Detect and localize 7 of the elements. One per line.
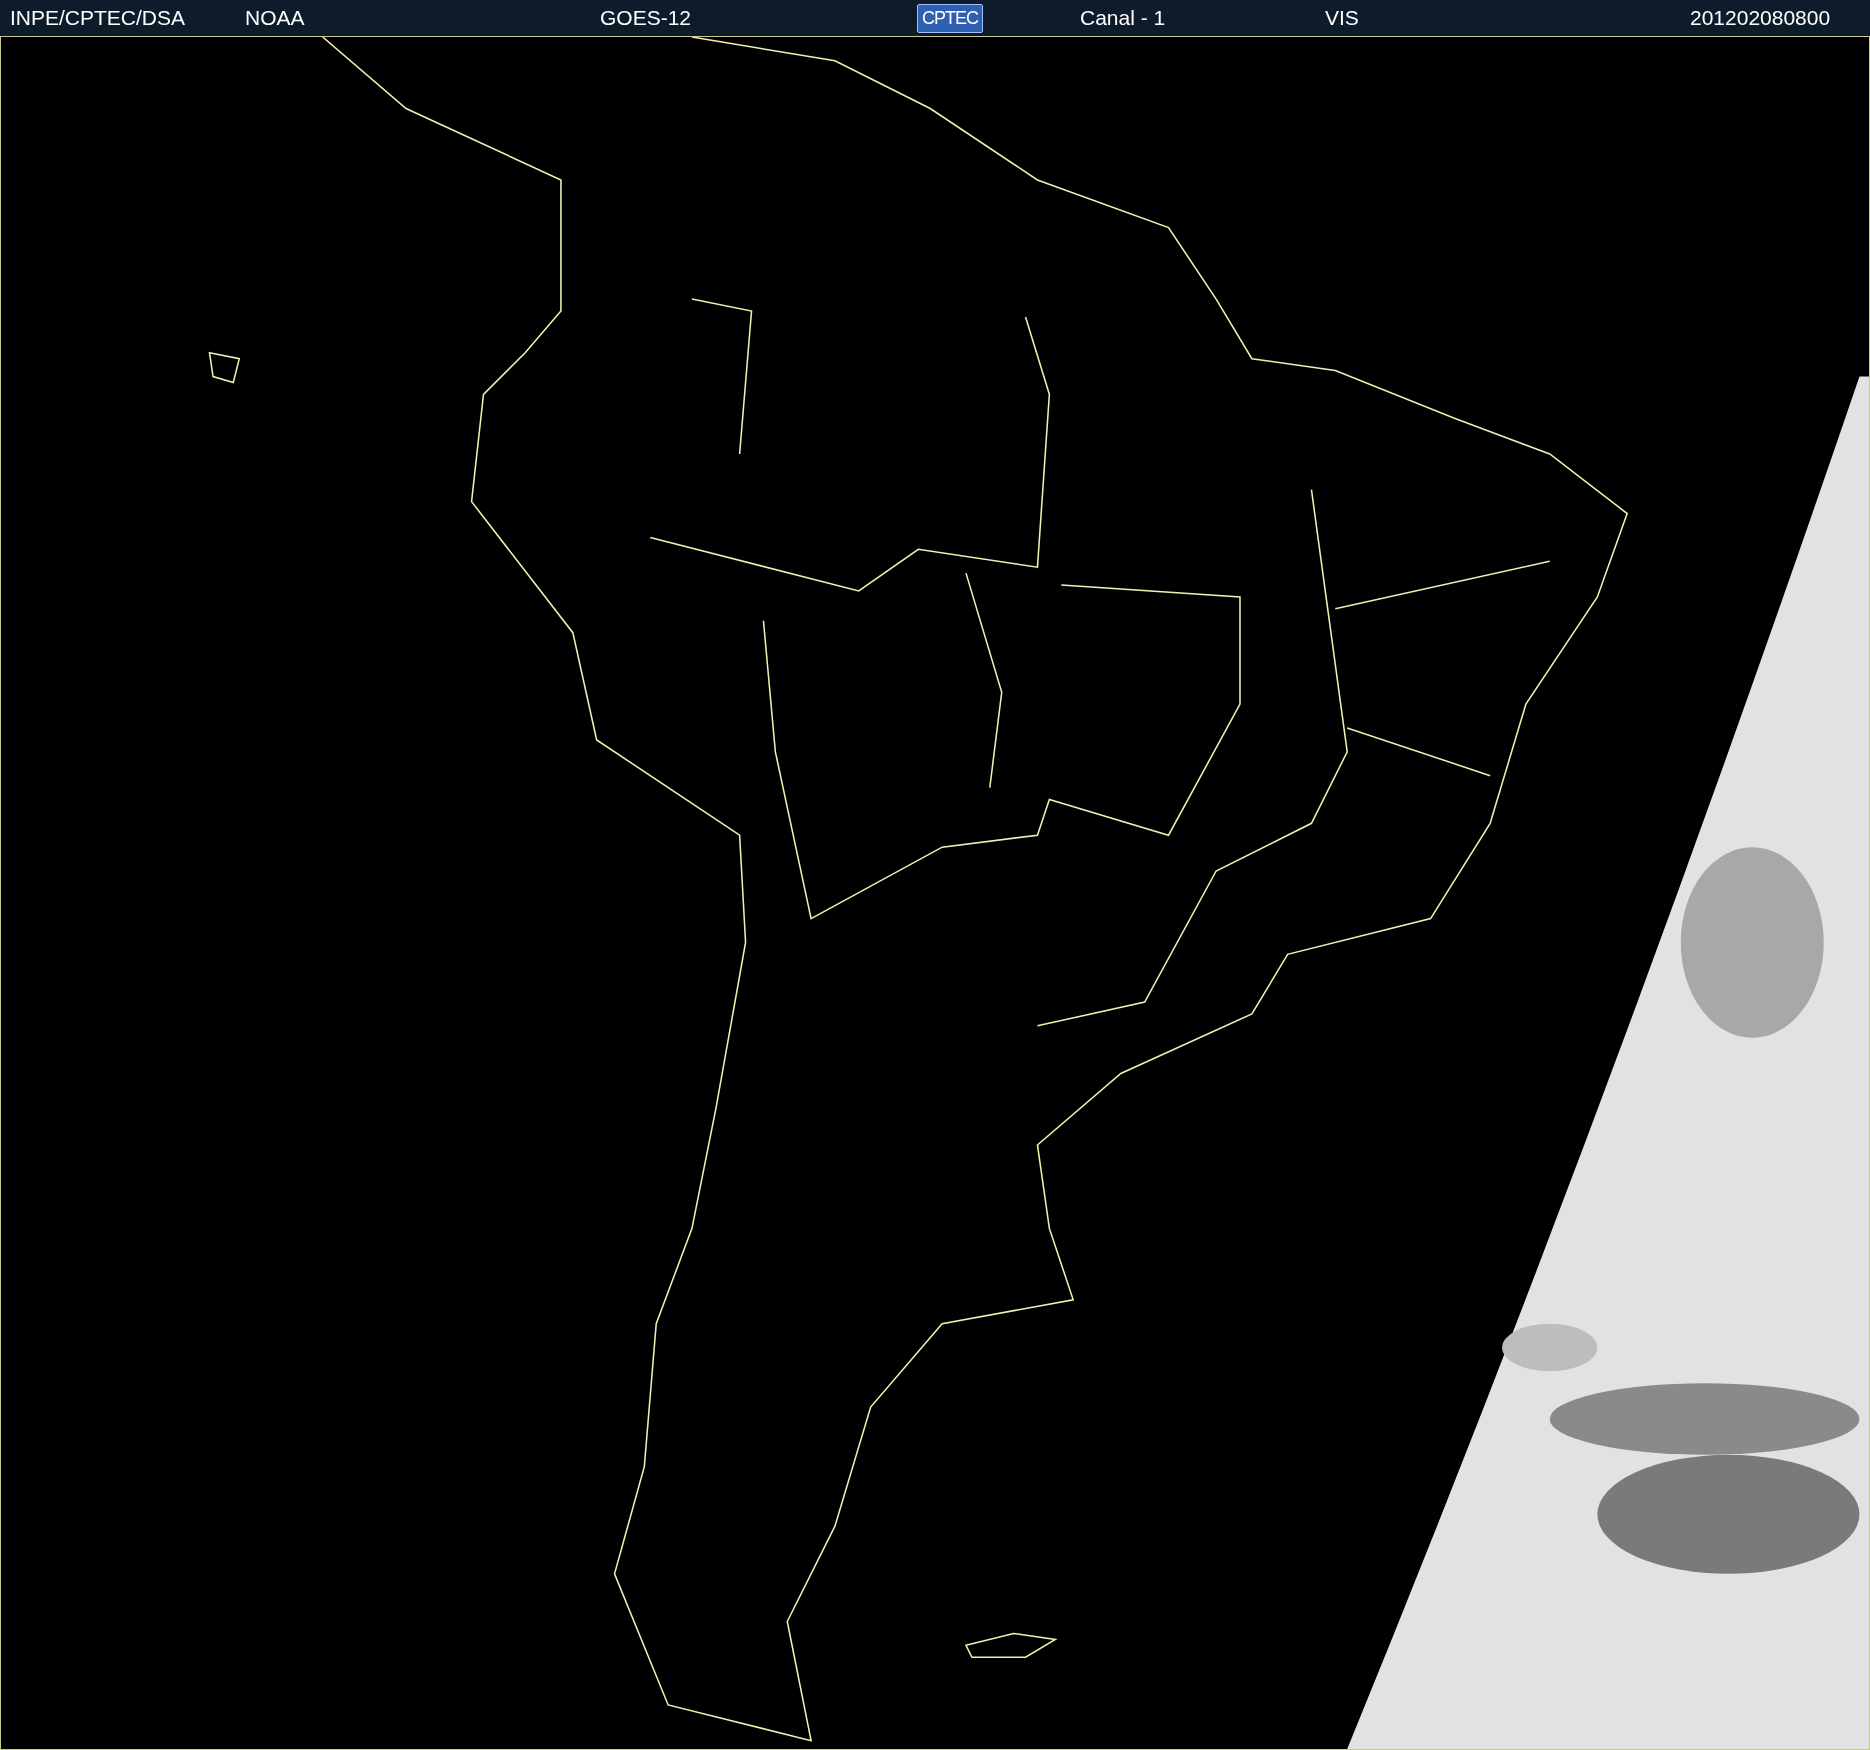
logo: CPTEC	[917, 3, 983, 33]
header-text: Canal - 1	[1080, 6, 1166, 30]
header-text: VIS	[1325, 6, 1359, 30]
header-text: NOAA	[245, 6, 305, 30]
header-text: 201202080800	[1690, 6, 1831, 30]
header-text: INPE/CPTEC/DSA	[10, 6, 186, 30]
header-text: GOES-12	[600, 6, 692, 30]
